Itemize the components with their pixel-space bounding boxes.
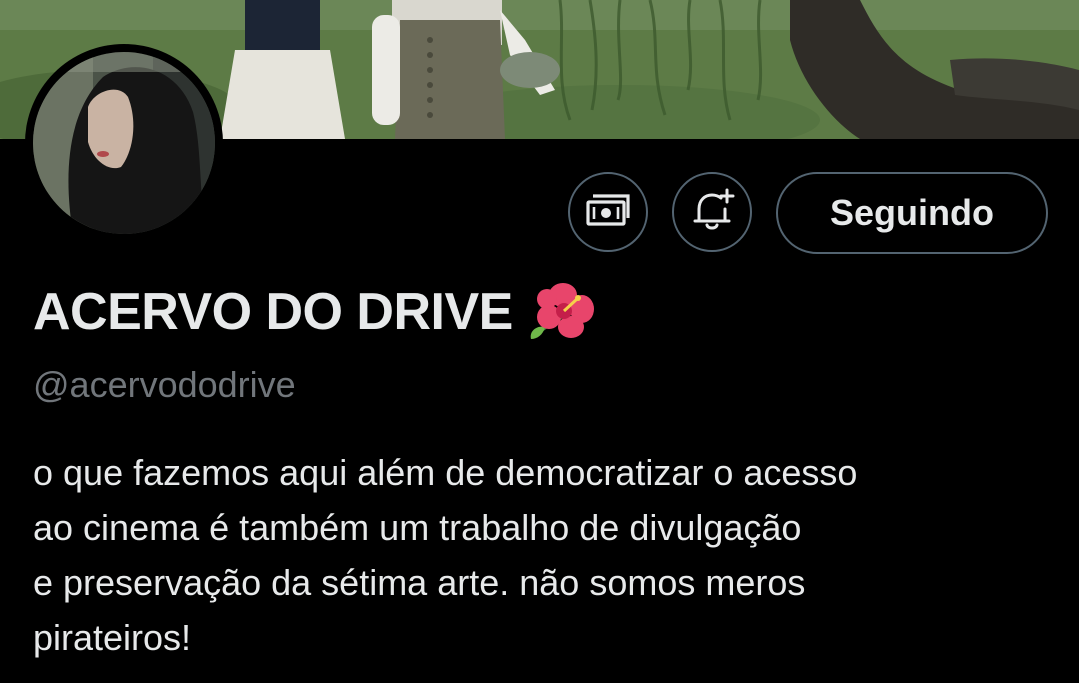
- money-icon: [585, 192, 631, 233]
- notifications-button[interactable]: [672, 172, 752, 252]
- bell-plus-icon: [689, 187, 735, 238]
- profile-avatar[interactable]: [25, 44, 223, 242]
- avatar-image: [33, 52, 215, 234]
- hibiscus-icon: [527, 281, 595, 343]
- following-button-label: Seguindo: [830, 192, 994, 233]
- subscribe-button[interactable]: [568, 172, 648, 252]
- user-handle: @acervododrive: [33, 364, 296, 405]
- profile-bio: o que fazemos aqui além de democratizar …: [33, 445, 1063, 665]
- bio-line: e preservação da sétima arte. não somos …: [33, 562, 806, 603]
- following-button[interactable]: Seguindo: [776, 172, 1048, 254]
- display-name-row: ACERVO DO DRIVE: [33, 281, 595, 343]
- bio-line: pirateiros!: [33, 617, 192, 658]
- bio-line: o que fazemos aqui além de democratizar …: [33, 452, 858, 493]
- bio-line: ao cinema é também um trabalho de divulg…: [33, 507, 802, 548]
- display-name: ACERVO DO DRIVE: [33, 283, 513, 341]
